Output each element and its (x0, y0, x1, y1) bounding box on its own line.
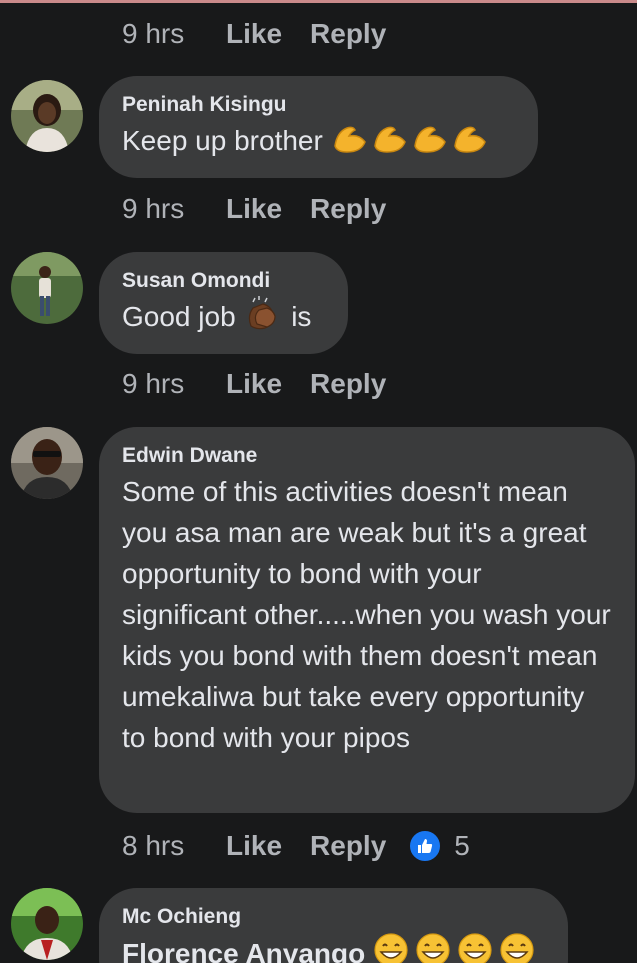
clapping-hands-icon (243, 296, 283, 341)
avatar[interactable] (11, 427, 83, 499)
comment-text: Good job is (122, 296, 324, 341)
like-button[interactable]: Like (226, 193, 282, 225)
mention-link[interactable]: Florence Anyango (122, 938, 365, 963)
top-border (0, 0, 637, 3)
comments-screen: 9 hrs Like Reply Peninah Kisingu Keep up… (0, 0, 637, 963)
comment-bubble: Peninah Kisingu Keep up brother (99, 76, 538, 178)
comment-time[interactable]: 9 hrs (122, 368, 226, 400)
comment-bubble: Edwin Dwane Some of this activities does… (99, 427, 635, 813)
comment-author[interactable]: Mc Ochieng (122, 904, 544, 930)
thumbs-up-icon (408, 829, 443, 863)
comment-author[interactable]: Susan Omondi (122, 268, 324, 294)
comment-time[interactable]: 9 hrs (122, 193, 226, 225)
comment-author[interactable]: Peninah Kisingu (122, 92, 514, 118)
comment-text: Keep up brother (122, 120, 514, 165)
comment-actions: 9 hrs Like Reply (122, 189, 386, 229)
reaction-summary[interactable]: 5 (408, 829, 470, 863)
reply-button[interactable]: Reply (310, 18, 386, 50)
comment-author[interactable]: Edwin Dwane (122, 443, 611, 469)
comment-time[interactable]: 8 hrs (122, 830, 226, 862)
reply-button[interactable]: Reply (310, 368, 386, 400)
comment-text-before: Good job (122, 301, 236, 332)
reply-button[interactable]: Reply (310, 830, 386, 862)
comment-bubble: Susan Omondi Good job is (99, 252, 348, 354)
like-button[interactable]: Like (226, 830, 282, 862)
like-button[interactable]: Like (226, 368, 282, 400)
avatar[interactable] (11, 888, 83, 960)
avatar[interactable] (11, 252, 83, 324)
comment-bubble: Mc Ochieng Florence Anyango (99, 888, 568, 963)
comment-text-body: Keep up brother (122, 125, 323, 156)
grinning-face-icon (373, 932, 543, 963)
comment-actions: 9 hrs Like Reply (122, 364, 386, 404)
avatar[interactable] (11, 80, 83, 152)
reply-button[interactable]: Reply (310, 193, 386, 225)
comment-text-after: is (291, 301, 312, 332)
reaction-count: 5 (454, 830, 470, 861)
flexed-biceps-icon (331, 120, 491, 165)
comment-actions: 8 hrs Like Reply 5 (122, 826, 470, 866)
comment-actions: 9 hrs Like Reply (122, 14, 386, 54)
comment-text: Florence Anyango (122, 932, 544, 963)
like-button[interactable]: Like (226, 18, 282, 50)
comment-time[interactable]: 9 hrs (122, 18, 226, 50)
comment-text: Some of this activities doesn't mean you… (122, 476, 619, 753)
